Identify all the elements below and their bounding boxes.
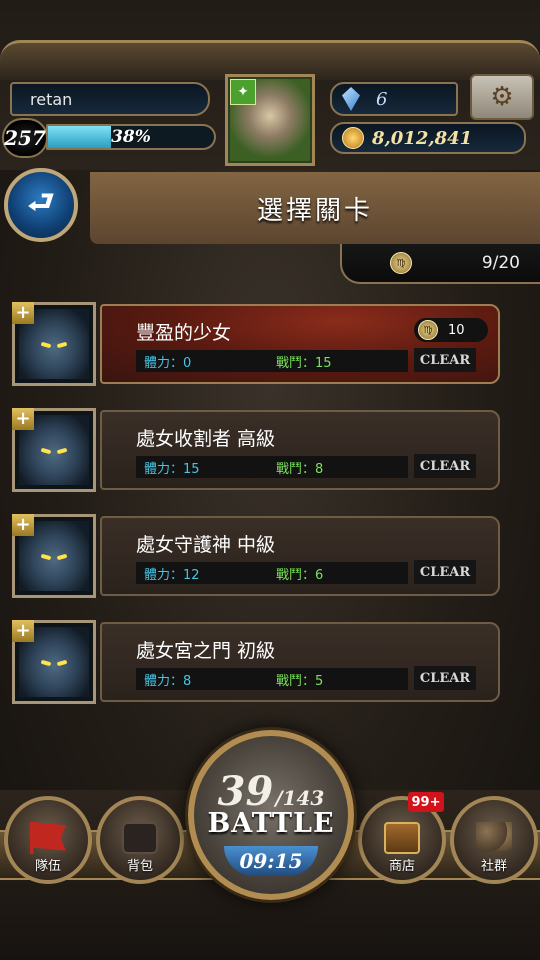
stamina-cost: 體力：0: [144, 355, 192, 371]
stage-stats: 體力：15 戰鬥：8: [136, 456, 408, 478]
gear-icon: ⚙: [490, 82, 514, 112]
stamina-cost: 體力：12: [144, 567, 200, 583]
stamina-cost: 體力：8: [144, 673, 192, 689]
gem-icon: [342, 87, 360, 111]
clear-badge: CLEAR: [414, 560, 476, 584]
stage-stats: 體力：12 戰鬥：6: [136, 562, 408, 584]
stage-item[interactable]: + 處女收割者 高級 體力：15 戰鬥：8 CLEAR: [0, 408, 540, 496]
plus-icon: +: [12, 408, 34, 430]
social-label: 社群: [480, 859, 507, 874]
stage-progress-count: 9/20: [481, 253, 520, 273]
battle-count: 戰鬥：5: [276, 673, 324, 689]
stage-item[interactable]: + 豐盈的少女 體力：0 戰鬥：15 ♍ 10 CLEAR: [0, 302, 540, 390]
battle-count: 戰鬥：15: [276, 355, 332, 371]
gold-counter: 8,012,841: [330, 122, 526, 154]
battle-button[interactable]: 39 /143 BATTLE 09:15: [188, 730, 354, 900]
shop-label: 商店: [388, 859, 415, 874]
settings-button[interactable]: ⚙: [470, 74, 534, 120]
bag-icon: [122, 822, 158, 854]
gold-amount: 8,012,841: [372, 127, 473, 149]
social-button[interactable]: 社群: [450, 796, 538, 884]
battle-count: 戰鬥：8: [276, 461, 324, 477]
bag-button[interactable]: 背包: [96, 796, 184, 884]
player-name: retan: [30, 89, 73, 109]
exp-percent: 38%: [111, 127, 151, 147]
battle-label: BATTLE: [207, 808, 335, 839]
clear-badge: CLEAR: [414, 348, 476, 372]
stage-reward: ♍ 10: [414, 318, 488, 342]
plus-icon: +: [12, 514, 34, 536]
page-title: 選擇關卡: [256, 195, 373, 226]
virgo-emblem-icon: ♍: [390, 252, 412, 274]
gem-count: 6: [376, 88, 388, 110]
bag-label: 背包: [126, 859, 153, 874]
stamina-cost: 體力：15: [144, 461, 200, 477]
stage-name: 處女收割者 高級: [136, 428, 276, 450]
treasure-chest-icon: [384, 822, 420, 854]
back-button[interactable]: ⮐: [4, 168, 78, 242]
coin-icon: [342, 127, 364, 149]
stage-progress: ♍ 9/20: [340, 244, 540, 284]
exp-bar: 38%: [46, 124, 216, 150]
reward-count: 10: [448, 322, 465, 338]
stage-name: 處女守護神 中級: [136, 534, 276, 556]
shop-notification-badge: 99+: [408, 792, 444, 812]
player-name-plate: retan: [10, 82, 210, 116]
flag-icon: [30, 822, 66, 854]
gem-counter: 6: [330, 82, 458, 116]
plus-icon: +: [12, 620, 34, 642]
team-button[interactable]: 隊伍: [4, 796, 92, 884]
stage-name: 處女宮之門 初級: [136, 640, 276, 662]
team-label: 隊伍: [34, 859, 61, 874]
back-arrow-icon: ⮐: [27, 184, 55, 220]
stamina-max: /143: [275, 786, 325, 810]
player-level: 257: [2, 118, 48, 158]
virgo-emblem-icon: ♍: [418, 320, 438, 340]
attribute-icon: ✦: [230, 79, 256, 105]
people-icon: [476, 822, 512, 854]
stage-name: 豐盈的少女: [136, 322, 232, 344]
stage-stats: 體力：8 戰鬥：5: [136, 668, 408, 690]
plus-icon: +: [12, 302, 34, 324]
leader-portrait[interactable]: ✦: [225, 74, 315, 166]
stage-item[interactable]: + 處女宮之門 初級 體力：8 戰鬥：5 CLEAR: [0, 620, 540, 708]
stage-stats: 體力：0 戰鬥：15: [136, 350, 408, 372]
clear-badge: CLEAR: [414, 454, 476, 478]
battle-count: 戰鬥：6: [276, 567, 324, 583]
stage-item[interactable]: + 處女守護神 中級 體力：12 戰鬥：6 CLEAR: [0, 514, 540, 602]
clear-badge: CLEAR: [414, 666, 476, 690]
stamina-timer: 09:15: [224, 846, 318, 876]
